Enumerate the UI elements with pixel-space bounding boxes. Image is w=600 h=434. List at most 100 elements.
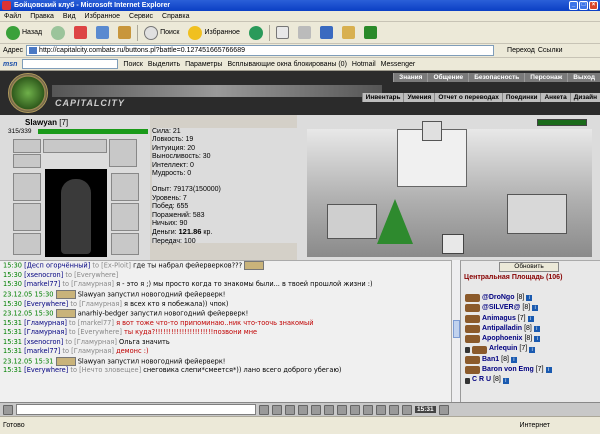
subnav-profile[interactable]: Анкета [540, 93, 569, 102]
castle-tower [422, 121, 442, 141]
subnav-skills[interactable]: Умения [403, 93, 434, 102]
msn-search-button[interactable]: Поиск [123, 61, 142, 68]
booth-building[interactable] [442, 234, 464, 254]
chat-line: 15:30 [Десп огорчённый] to [Ex-Ploit] гд… [3, 261, 460, 271]
subnav-inventory[interactable]: Инвентарь [361, 93, 404, 102]
nav-knowledge[interactable]: Знания [393, 73, 427, 82]
close-button[interactable]: × [589, 1, 598, 10]
info-icon[interactable]: i [534, 336, 541, 343]
info-icon[interactable]: i [545, 367, 552, 374]
home-button[interactable] [115, 24, 134, 42]
print-button[interactable] [295, 24, 314, 42]
slot-gloves[interactable] [111, 173, 139, 201]
info-icon[interactable]: i [510, 356, 517, 363]
menu-view[interactable]: Вид [63, 13, 76, 20]
system-icon[interactable] [402, 404, 412, 415]
nav-exit[interactable]: Выход [567, 73, 600, 82]
player-name[interactable]: Slawyan [7] [25, 118, 68, 127]
refresh-chat-icon[interactable] [324, 404, 334, 415]
menu-help[interactable]: Справка [162, 13, 189, 20]
private-icon[interactable] [389, 404, 399, 415]
sound-icon[interactable] [337, 404, 347, 415]
friends-icon[interactable] [350, 404, 360, 415]
clear-icon[interactable] [272, 404, 282, 415]
highlight-button[interactable]: Выделить [148, 61, 180, 68]
stats-panel: Сила: 21 Ловкость: 19 Интуиция: 20 Вынос… [152, 128, 297, 245]
info-icon[interactable]: i [529, 346, 536, 353]
chat-line: 15:31 [xsenocron] to [Гламурная] Ольга з… [3, 337, 170, 346]
slot-earrings[interactable] [13, 139, 41, 153]
menu-edit[interactable]: Правка [30, 13, 54, 20]
slot-weapon[interactable] [13, 173, 41, 201]
info-icon[interactable]: i [532, 305, 539, 312]
media-button[interactable] [246, 24, 266, 42]
stat-level: Уровень: 7 [152, 194, 187, 202]
mail-button[interactable] [273, 24, 292, 42]
slot-rings[interactable] [43, 139, 107, 153]
chat-line: 15:31 [Гламурная] to [markel77] я вот то… [3, 318, 314, 327]
subnav-transfers[interactable]: Отчет о переводах [434, 93, 502, 102]
address-input[interactable]: http://capitalcity.combats.ru/buttons.pl… [26, 45, 495, 56]
exit-icon[interactable] [438, 404, 449, 415]
clan-chat-icon[interactable] [376, 404, 386, 415]
maximize-button[interactable]: □ [579, 1, 588, 10]
messenger-link[interactable]: Messenger [381, 61, 416, 68]
ie-icon [2, 1, 11, 10]
messenger-button[interactable] [361, 24, 380, 42]
stat-strength: Сила: 21 [152, 128, 181, 135]
msn-logo[interactable]: msn [3, 61, 17, 68]
links-label[interactable]: Ссылки [538, 47, 563, 54]
nav-character[interactable]: Персонаж [524, 73, 567, 82]
subnav-design[interactable]: Дизайн [569, 93, 600, 102]
send-icon[interactable] [259, 404, 269, 415]
edit-button[interactable] [317, 24, 336, 42]
nav-security[interactable]: Безопасность [468, 73, 524, 82]
nav-chat[interactable]: Общение [427, 73, 468, 82]
menu-file[interactable]: Файл [4, 13, 21, 20]
slot-amulet[interactable] [13, 154, 41, 168]
browser-window: Бойцовский клуб - Microsoft Internet Exp… [0, 0, 600, 434]
refresh-button[interactable] [93, 24, 112, 42]
refresh-icon [96, 26, 110, 39]
chat-input[interactable] [16, 404, 256, 415]
params-button[interactable]: Параметры [185, 61, 222, 68]
chat-scrollbar[interactable] [451, 260, 460, 402]
go-button[interactable]: Переход [497, 47, 535, 54]
search-button[interactable]: Поиск [141, 24, 182, 42]
info-icon[interactable]: i [533, 326, 540, 333]
forward-button[interactable] [48, 24, 68, 42]
info-icon[interactable]: i [526, 295, 533, 302]
slot-shield[interactable] [111, 203, 139, 231]
settings-icon[interactable] [363, 404, 373, 415]
chat-line: 23.12.05 15:30 Slawyan запустил новогодн… [3, 289, 226, 299]
info-icon[interactable]: i [527, 315, 534, 322]
character-avatar[interactable] [45, 169, 107, 257]
scrollbar-thumb[interactable] [453, 320, 460, 338]
back-button[interactable]: Назад [3, 24, 45, 42]
slot-belt[interactable] [13, 233, 41, 255]
menu-favorites[interactable]: Избранное [85, 13, 120, 20]
firework-icon [55, 309, 76, 319]
discuss-button[interactable] [339, 24, 358, 42]
slot-boots[interactable] [111, 233, 139, 255]
translit-icon[interactable] [311, 404, 321, 415]
subnav-fights[interactable]: Поединки [501, 93, 541, 102]
slot-armor[interactable] [13, 203, 41, 231]
msn-search-input[interactable] [22, 59, 119, 69]
update-button[interactable]: Обновить [499, 262, 559, 272]
popup-blocked-button[interactable]: Всплывающие окна блокированы (0) [227, 61, 346, 68]
minimize-button[interactable]: _ [569, 1, 578, 10]
smiles-icon[interactable] [285, 404, 295, 415]
stop-button[interactable] [71, 24, 90, 42]
search-icon [144, 25, 159, 40]
filter-icon[interactable] [298, 404, 308, 415]
menu-tools[interactable]: Сервис [129, 13, 153, 20]
house-right[interactable] [507, 194, 567, 234]
favorites-button[interactable]: Избранное [185, 24, 242, 42]
chat-mode-icon[interactable] [3, 404, 13, 415]
slot-helmet[interactable] [109, 139, 137, 167]
hotmail-button[interactable]: Hotmail [352, 61, 376, 68]
firework-icon [55, 356, 76, 366]
house-left[interactable] [327, 204, 377, 239]
info-icon[interactable]: i [502, 377, 509, 384]
